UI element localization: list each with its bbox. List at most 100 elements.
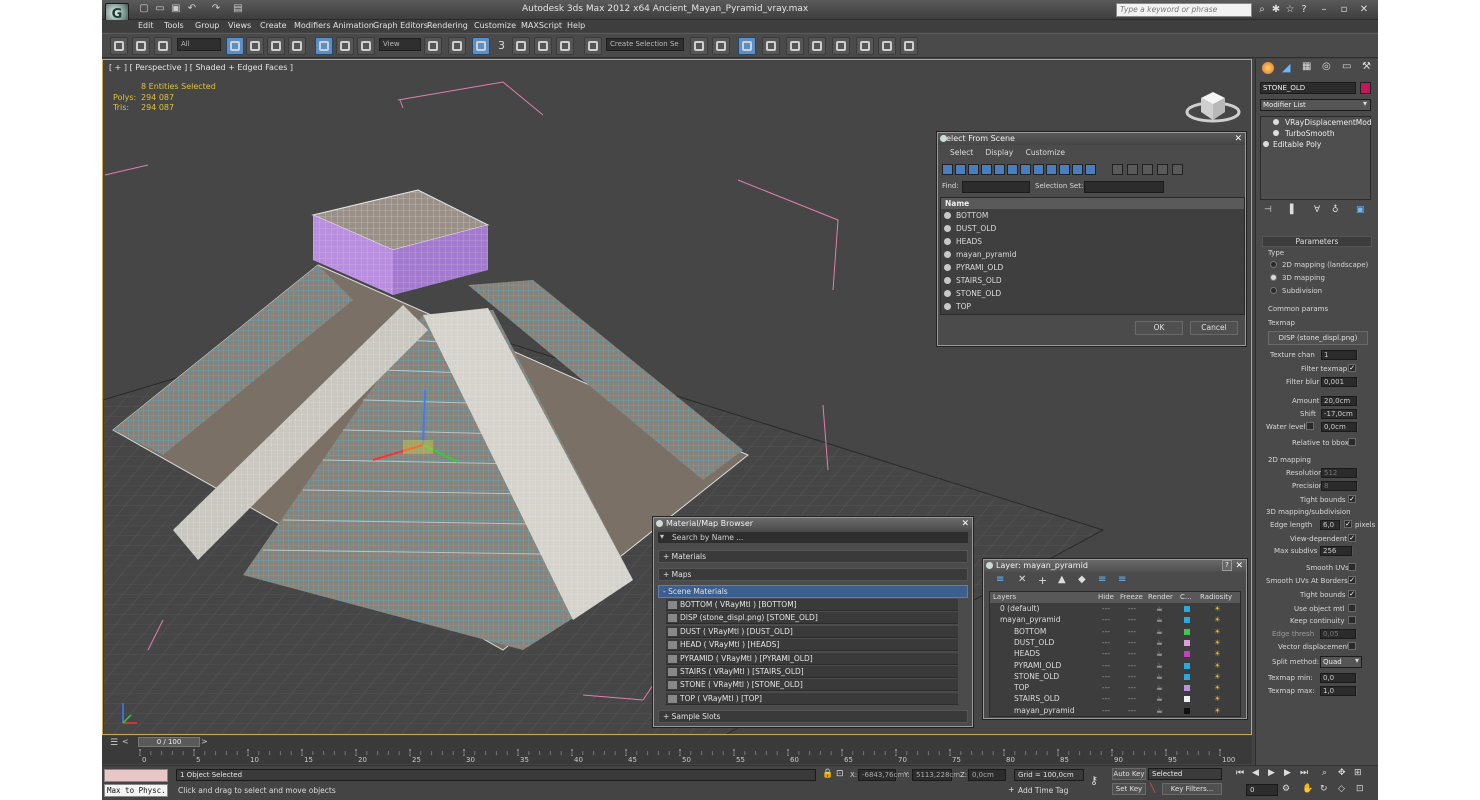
radiosity-icon[interactable]: ☀: [1214, 693, 1221, 704]
graphite-ribbon-icon[interactable]: [762, 37, 780, 55]
time-tag-icon[interactable]: +: [1008, 785, 1015, 794]
freeze-toggle[interactable]: ---: [1128, 648, 1136, 659]
zoom-all-icon[interactable]: ✥: [1338, 768, 1346, 778]
menu-graph-editors[interactable]: Graph Editors: [373, 20, 428, 32]
layer-row[interactable]: TOP --- --- ☕ ☀: [990, 682, 1238, 693]
zoom-extents-icon[interactable]: ⊞: [1354, 768, 1362, 778]
radiosity-icon[interactable]: ☀: [1214, 626, 1221, 637]
radiosity-icon[interactable]: ☀: [1214, 614, 1221, 625]
filter-toggle-icon[interactable]: [968, 164, 979, 175]
radiosity-icon[interactable]: ☀: [1214, 660, 1221, 671]
scene-material-row[interactable]: STONE ( VRayMtl ) [STONE_OLD]: [666, 679, 958, 692]
amount-spinner[interactable]: 20,0cm: [1321, 396, 1358, 406]
infocenter-icon[interactable]: ✱: [1270, 3, 1282, 16]
sfs-menu-display[interactable]: Display: [986, 148, 1014, 157]
y-coordinate-field[interactable]: 5113,228cm: [912, 769, 960, 781]
edge-thresh-spinner[interactable]: 0,05: [1320, 629, 1357, 639]
utilities-tab-icon[interactable]: ⚒: [1362, 61, 1371, 72]
freeze-toggle[interactable]: ---: [1128, 705, 1136, 716]
layer-color-swatch[interactable]: [1184, 685, 1190, 692]
water-level-spinner[interactable]: 0,0cm: [1321, 422, 1358, 432]
scene-object-row[interactable]: BOTTOM: [941, 209, 1244, 222]
select-in-layer-icon[interactable]: ▲: [1058, 574, 1066, 585]
lightbulb-icon[interactable]: [1263, 141, 1269, 147]
filter-texmap-checkbox[interactable]: ✓: [1348, 364, 1356, 372]
smooth-uvs-borders-checkbox[interactable]: ✓: [1348, 576, 1356, 584]
maximize-icon[interactable]: ▫: [1338, 3, 1350, 16]
scene-materials-section[interactable]: - Scene Materials: [658, 585, 968, 598]
remove-modifier-icon[interactable]: ♁: [1332, 205, 1339, 215]
lightbulb-icon[interactable]: [1273, 130, 1279, 136]
smooth-uvs-checkbox[interactable]: [1348, 563, 1356, 571]
rect-selection-icon[interactable]: [267, 37, 285, 55]
keyword-search-input[interactable]: Type a keyword or phrase: [1116, 3, 1252, 17]
hide-toggle[interactable]: ---: [1102, 660, 1110, 671]
menu-create[interactable]: Create: [260, 20, 287, 32]
hide-all-icon[interactable]: ≡: [1098, 574, 1106, 585]
render-teapot-icon[interactable]: ☕: [1156, 637, 1163, 648]
search-options-icon[interactable]: ▾: [660, 532, 664, 541]
pivot-center-icon[interactable]: [424, 37, 442, 55]
scene-material-row[interactable]: DISP (stone_displ.png) [STONE_OLD]: [666, 612, 958, 625]
radiosity-icon[interactable]: ☀: [1214, 705, 1221, 716]
water-level-checkbox[interactable]: [1306, 422, 1314, 430]
scene-material-row[interactable]: TOP ( VRayMtl ) [TOP]: [666, 692, 958, 705]
new-icon[interactable]: ▢: [138, 3, 150, 15]
chevron-down-icon[interactable]: ▾: [1363, 99, 1367, 108]
scene-object-row[interactable]: STAIRS_OLD: [941, 274, 1244, 287]
scene-object-row[interactable]: PYRAMI_OLD: [941, 261, 1244, 274]
radiosity-icon[interactable]: ☀: [1214, 682, 1221, 693]
close-icon[interactable]: ✕: [1234, 134, 1242, 144]
radio-2d-mapping[interactable]: [1270, 261, 1277, 268]
scene-material-row[interactable]: PYRAMID ( VRayMtl ) [PYRAMI_OLD]: [666, 652, 958, 665]
render-teapot-icon[interactable]: ☕: [1156, 682, 1163, 693]
relative-bbox-checkbox[interactable]: [1348, 438, 1356, 446]
layer-row[interactable]: STONE_OLD --- --- ☕ ☀: [990, 671, 1238, 682]
render-teapot-icon[interactable]: ☕: [1156, 626, 1163, 637]
radio-3d-mapping[interactable]: [1270, 274, 1277, 281]
parameters-rollout[interactable]: Parameters: [1262, 236, 1372, 247]
modifier-stack-item[interactable]: TurboSmooth: [1261, 128, 1370, 139]
layer-color-swatch[interactable]: [1184, 639, 1190, 646]
make-unique-icon[interactable]: ∀: [1314, 205, 1320, 215]
filter-toggle-icon[interactable]: [1112, 164, 1123, 175]
layer-column-header[interactable]: Radiosity: [1200, 592, 1232, 603]
display-tab-icon[interactable]: ▭: [1342, 61, 1351, 72]
filter-toggle-icon[interactable]: [981, 164, 992, 175]
material-editor-icon[interactable]: [832, 37, 850, 55]
add-time-tag-button[interactable]: Add Time Tag: [1018, 786, 1068, 795]
freeze-toggle[interactable]: ---: [1128, 614, 1136, 625]
render-teapot-icon[interactable]: ☕: [1156, 648, 1163, 659]
scene-material-row[interactable]: DUST ( VRayMtl ) [DUST_OLD]: [666, 625, 958, 638]
sample-slots-section[interactable]: + Sample Slots: [658, 710, 968, 723]
layer-color-swatch[interactable]: [1184, 617, 1190, 624]
tight-bounds-2d-checkbox[interactable]: ✓: [1348, 495, 1356, 503]
hide-toggle[interactable]: ---: [1102, 648, 1110, 659]
render-teapot-icon[interactable]: ☕: [1156, 693, 1163, 704]
render-teapot-icon[interactable]: ☕: [1156, 705, 1163, 716]
select-move-icon[interactable]: [315, 37, 333, 55]
material-search-input[interactable]: Search by Name ...: [658, 532, 968, 543]
highlight-layer-icon[interactable]: ◆: [1078, 574, 1086, 585]
menu-help[interactable]: Help: [567, 20, 585, 32]
materials-section[interactable]: + Materials: [658, 550, 968, 563]
filter-toggle-icon[interactable]: [1172, 164, 1183, 175]
selection-set-dropdown[interactable]: [1084, 181, 1164, 193]
filter-blur-spinner[interactable]: 0,001: [1321, 377, 1358, 387]
render-teapot-icon[interactable]: ☕: [1156, 671, 1163, 682]
freeze-toggle[interactable]: ---: [1128, 693, 1136, 704]
link-icon[interactable]: [110, 37, 128, 55]
create-layer-icon[interactable]: ≡: [996, 574, 1004, 585]
menu-edit[interactable]: Edit: [138, 20, 154, 32]
maxscript-mini-listener[interactable]: Max to Physc.: [104, 784, 168, 797]
layer-column-header[interactable]: Freeze: [1120, 592, 1143, 603]
orbit-icon[interactable]: ↻: [1320, 784, 1328, 794]
sfs-menu-customize[interactable]: Customize: [1026, 148, 1065, 157]
scene-object-row[interactable]: TOP: [941, 300, 1244, 313]
modifier-list-dropdown[interactable]: Modifier List: [1260, 99, 1371, 111]
filter-toggle-icon[interactable]: [1085, 164, 1096, 175]
radiosity-icon[interactable]: ☀: [1214, 637, 1221, 648]
filter-toggle-icon[interactable]: [1020, 164, 1031, 175]
layer-row[interactable]: mayan_pyramid --- --- ☕ ☀: [990, 705, 1238, 716]
bind-spacewarp-icon[interactable]: [154, 37, 172, 55]
